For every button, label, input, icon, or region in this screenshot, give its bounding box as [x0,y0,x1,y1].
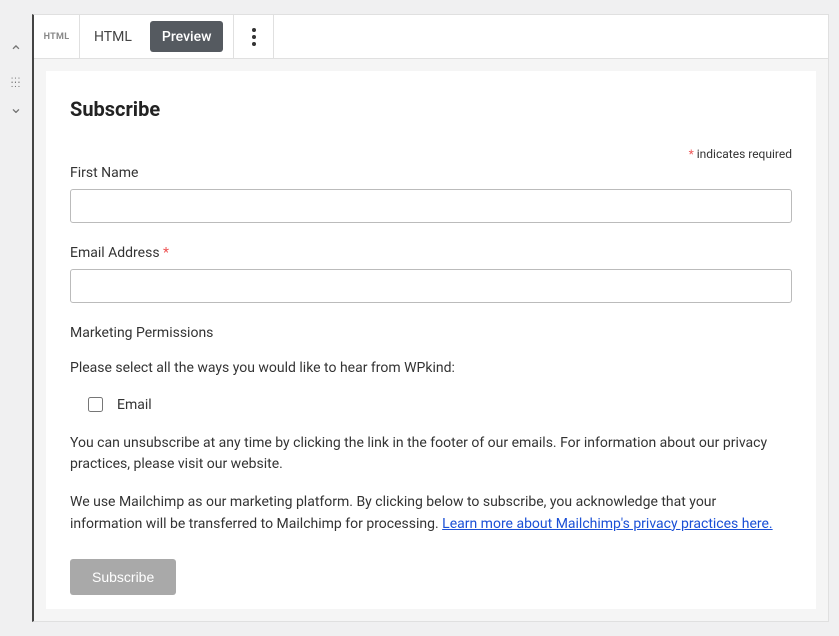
marketing-heading: Marketing Permissions [70,325,792,341]
block-side-controls: :::::: [0,14,32,622]
move-up-button[interactable] [9,42,22,61]
subscribe-button[interactable]: Subscribe [70,559,176,595]
asterisk-icon: * [689,147,694,161]
tab-group: HTML Preview [80,15,234,58]
html-block-icon[interactable]: HTML [34,15,80,58]
html-block: HTML HTML Preview Subscribe * indicates … [32,14,829,622]
more-options-button[interactable] [234,15,274,58]
required-indicator-note: * indicates required [70,147,792,161]
asterisk-icon: * [163,245,169,261]
move-down-button[interactable] [9,105,22,111]
field-email: Email Address * [70,245,792,303]
preview-pane: Subscribe * indicates required First Nam… [34,59,828,621]
tab-preview[interactable]: Preview [150,21,224,52]
email-checkbox-label: Email [117,397,152,413]
tab-html[interactable]: HTML [80,15,146,58]
marketing-instruction: Please select all the ways you would lik… [70,359,792,379]
mailchimp-privacy-link[interactable]: Learn more about Mailchimp's privacy pra… [442,516,772,532]
required-note-text: indicates required [697,147,792,161]
email-label: Email Address * [70,245,792,261]
mailchimp-text: We use Mailchimp as our marketing platfo… [70,492,792,535]
subscribe-form: Subscribe * indicates required First Nam… [46,71,816,609]
field-first-name: First Name [70,165,792,223]
email-label-text: Email Address [70,245,160,261]
block-toolbar: HTML HTML Preview [34,15,828,59]
first-name-input[interactable] [70,189,792,223]
first-name-label: First Name [70,165,792,181]
marketing-option-email: Email [88,397,792,413]
email-checkbox[interactable] [88,397,103,412]
form-title: Subscribe [70,97,792,121]
more-icon [252,28,256,46]
email-input[interactable] [70,269,792,303]
drag-handle-icon[interactable]: :::::: [11,79,21,87]
unsubscribe-text: You can unsubscribe at any time by click… [70,433,792,476]
